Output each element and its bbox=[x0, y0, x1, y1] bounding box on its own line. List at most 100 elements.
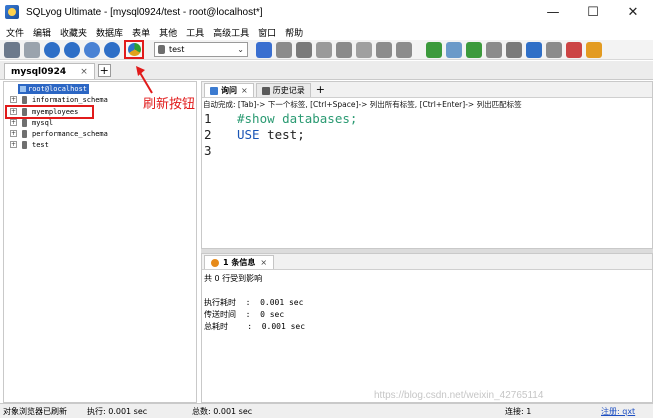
expand-icon[interactable]: + bbox=[10, 141, 17, 148]
database-icon bbox=[22, 140, 27, 149]
total-time-row: 总耗时 : 0.001 sec bbox=[204, 321, 305, 332]
grid-icon[interactable] bbox=[566, 41, 582, 58]
title-bar: SQLyog Ultimate - [mysql0924/test - root… bbox=[0, 0, 653, 24]
menu-edit[interactable]: 编辑 bbox=[33, 26, 51, 39]
tree-item-label: test bbox=[32, 140, 49, 149]
expand-icon[interactable]: + bbox=[10, 119, 17, 126]
database-icon bbox=[22, 118, 27, 127]
code-lines: #show databases; USE test; bbox=[237, 111, 357, 159]
expand-icon[interactable]: + bbox=[10, 130, 17, 137]
tree-item-label: mysql bbox=[32, 118, 54, 127]
window-title: SQLyog Ultimate - [mysql0924/test - root… bbox=[26, 6, 263, 18]
table-data-icon[interactable] bbox=[376, 41, 392, 58]
minimize-button[interactable]: — bbox=[533, 0, 573, 24]
calendar-icon[interactable] bbox=[546, 41, 562, 58]
database-icon bbox=[158, 45, 165, 54]
tab-messages[interactable]: 1 条信息 × bbox=[204, 255, 275, 269]
history-icon bbox=[261, 86, 270, 95]
line-number: 1 bbox=[204, 111, 212, 126]
menu-file[interactable]: 文件 bbox=[6, 26, 24, 39]
execute-query-icon[interactable] bbox=[44, 41, 60, 58]
import-icon[interactable] bbox=[336, 41, 352, 58]
exec-time-label: 执行耗时 bbox=[204, 298, 236, 307]
sqlyog-app-icon bbox=[5, 5, 19, 19]
add-query-tab-button[interactable]: + bbox=[316, 83, 325, 96]
close-tab-icon[interactable]: × bbox=[260, 258, 267, 267]
tab-mysql0924[interactable]: mysql0924 × bbox=[4, 63, 95, 79]
line-number: 2 bbox=[204, 127, 212, 142]
object-browser: root@localhost + information_schema + my… bbox=[3, 81, 197, 403]
tree-item-test[interactable]: + test bbox=[10, 139, 49, 150]
scheduler-icon[interactable] bbox=[506, 41, 522, 58]
main-toolbar: test ⌄ bbox=[0, 40, 653, 60]
database-selector[interactable]: test ⌄ bbox=[154, 42, 248, 57]
new-connection-tab-button[interactable]: + bbox=[97, 64, 111, 77]
window-controls: — ☐ ✕ bbox=[533, 0, 653, 24]
new-connection-icon[interactable] bbox=[4, 41, 20, 58]
stop-query-icon[interactable] bbox=[104, 41, 120, 58]
menu-window[interactable]: 窗口 bbox=[258, 26, 276, 39]
refresh-button[interactable] bbox=[124, 40, 144, 59]
results-panel: 1 条信息 × 共 0 行受到影响 执行耗时 : 0.001 sec 传送时间 … bbox=[201, 253, 653, 403]
backup-icon[interactable] bbox=[276, 41, 292, 58]
tree-item-information-schema[interactable]: + information_schema bbox=[10, 94, 108, 105]
restore-icon[interactable] bbox=[296, 41, 312, 58]
close-tab-icon[interactable]: × bbox=[241, 86, 248, 95]
menu-tools[interactable]: 工具 bbox=[186, 26, 204, 39]
transfer-time-label: 传送时间 bbox=[204, 310, 236, 319]
database-selector-value: test bbox=[169, 45, 185, 54]
maximize-button[interactable]: ☐ bbox=[573, 0, 613, 24]
query-icon bbox=[210, 86, 218, 95]
close-tab-icon[interactable]: × bbox=[80, 67, 88, 77]
line-number-gutter: 1 2 3 bbox=[202, 111, 230, 248]
database-icon bbox=[22, 129, 27, 138]
callout-arrow-icon bbox=[136, 66, 153, 94]
menu-database[interactable]: 数据库 bbox=[96, 26, 123, 39]
menu-table[interactable]: 表单 bbox=[132, 26, 150, 39]
tab-label: 询问 bbox=[221, 86, 237, 95]
menu-bar: 文件 编辑 收藏夹 数据库 表单 其他 工具 高级工具 窗口 帮助 bbox=[0, 24, 653, 40]
notifications-icon[interactable] bbox=[526, 41, 542, 58]
tab-label: 历史记录 bbox=[272, 86, 305, 95]
query-tab-bar: 询问 × 历史记录 + bbox=[202, 82, 652, 98]
tab-label: 1 条信息 bbox=[223, 258, 256, 267]
expand-icon[interactable]: + bbox=[10, 96, 17, 103]
menu-help[interactable]: 帮助 bbox=[285, 26, 303, 39]
exec-time-value: : 0.001 sec bbox=[236, 298, 304, 307]
sync-icon[interactable] bbox=[426, 41, 442, 58]
report-icon[interactable] bbox=[396, 41, 412, 58]
tree-item-label: information_schema bbox=[32, 95, 108, 104]
wrench-icon[interactable] bbox=[256, 41, 272, 58]
migrate-icon[interactable] bbox=[466, 41, 482, 58]
query-editor-panel: 询问 × 历史记录 + 自动完成: [Tab]-> 下一个标签, [Ctrl+S… bbox=[201, 81, 653, 249]
schema-icon[interactable] bbox=[356, 41, 372, 58]
sql-editor[interactable]: 1 2 3 #show databases; USE test; bbox=[202, 111, 652, 248]
watermark: https://blog.csdn.net/weixin_42765114 bbox=[374, 390, 544, 401]
menu-favorites[interactable]: 收藏夹 bbox=[60, 26, 87, 39]
tab-query[interactable]: 询问 × bbox=[204, 83, 254, 97]
info-icon bbox=[211, 258, 219, 267]
compare-icon[interactable] bbox=[446, 41, 462, 58]
new-query-icon[interactable] bbox=[24, 41, 40, 58]
settings-icon[interactable] bbox=[586, 41, 602, 58]
tree-item-performance-schema[interactable]: + performance_schema bbox=[10, 128, 108, 139]
status-message: 对象浏览器已刷新 bbox=[3, 407, 67, 416]
tab-history[interactable]: 历史记录 bbox=[255, 83, 311, 97]
execute-current-icon[interactable] bbox=[84, 41, 100, 58]
menu-advanced-tools[interactable]: 高级工具 bbox=[213, 26, 249, 39]
tree-root-server[interactable]: root@localhost bbox=[18, 84, 90, 94]
menu-other[interactable]: 其他 bbox=[159, 26, 177, 39]
user-manager-icon[interactable] bbox=[486, 41, 502, 58]
tree-item-label: performance_schema bbox=[32, 129, 108, 138]
close-button[interactable]: ✕ bbox=[613, 0, 653, 24]
total-time-label: 总耗时 bbox=[204, 322, 228, 331]
autocomplete-hint: 自动完成: [Tab]-> 下一个标签, [Ctrl+Space]-> 列出所有… bbox=[203, 100, 522, 109]
result-tab-bar: 1 条信息 × bbox=[202, 254, 652, 270]
status-registration-link[interactable]: 注册: qxt bbox=[601, 406, 635, 417]
execute-all-icon[interactable] bbox=[64, 41, 80, 58]
refresh-callout-label: 刷新按钮 bbox=[143, 97, 196, 112]
server-icon bbox=[20, 86, 26, 92]
export-icon[interactable] bbox=[316, 41, 332, 58]
affected-rows-text: 共 0 行受到影响 bbox=[204, 274, 263, 283]
status-exec-time: 执行: 0.001 sec bbox=[87, 407, 148, 416]
